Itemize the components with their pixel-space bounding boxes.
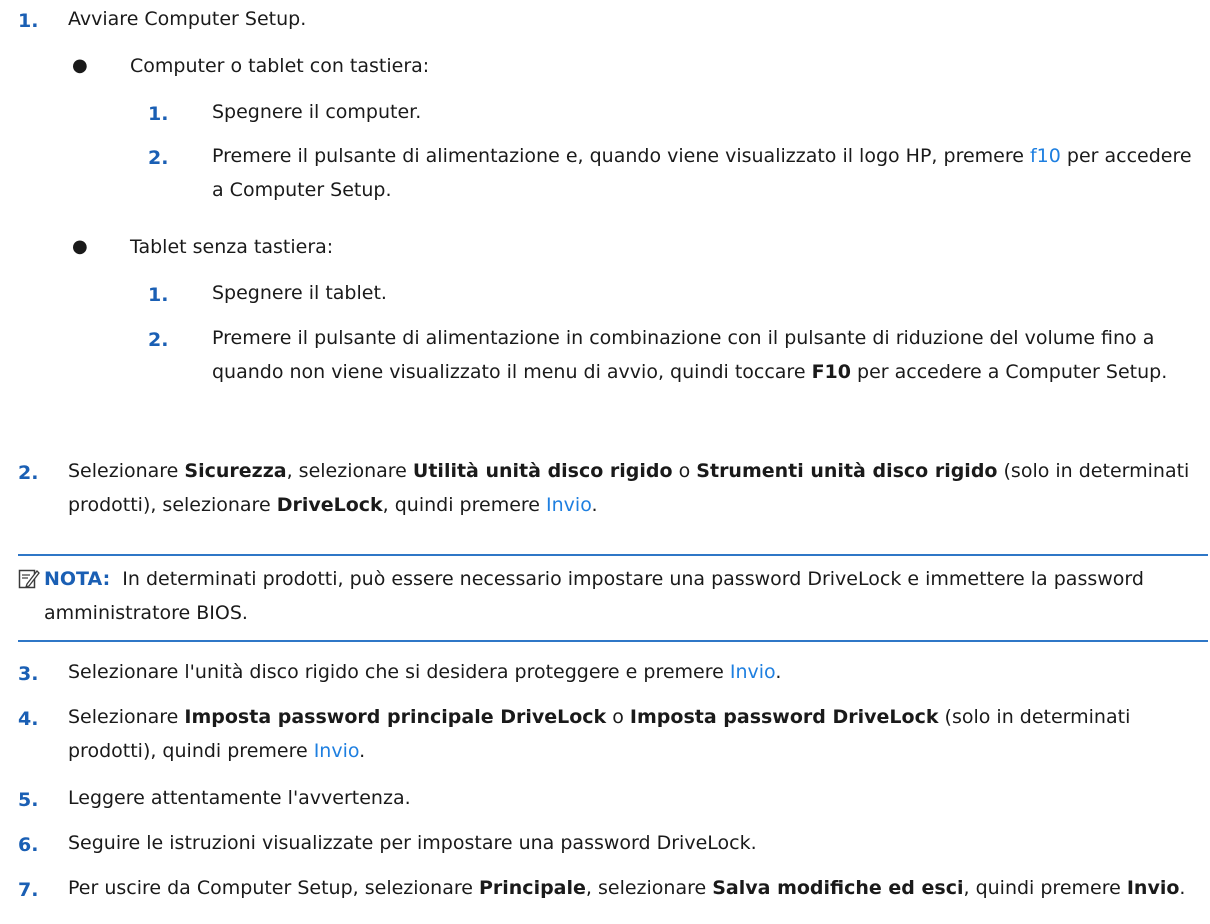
step-text: Selezionare l'unità disco rigido che si … (68, 661, 782, 683)
step-number: 1. (18, 10, 39, 32)
substep-text: Spegnere il tablet. (212, 282, 387, 304)
substep-number: 1. (148, 284, 169, 306)
substep-text: Premere il pulsante di alimentazione in … (212, 327, 1168, 383)
substep-text: Premere il pulsante di alimentazione e, … (212, 145, 1192, 201)
substep-number: 1. (148, 103, 169, 125)
step-text: Per uscire da Computer Setup, selezionar… (68, 877, 1186, 899)
substep-number: 2. (148, 329, 169, 351)
note-top-rule (18, 554, 1208, 556)
bullet-text: Computer o tablet con tastiera: (130, 55, 430, 77)
step-number: 6. (18, 834, 39, 856)
step-text: Leggere attentamente l'avvertenza. (68, 787, 411, 809)
document-page: 1. Avviare Computer Setup. ● Computer o … (0, 0, 1210, 924)
bullet-icon: ● (72, 236, 88, 257)
step-text: Selezionare Sicurezza, selezionare Utili… (68, 460, 1190, 516)
step-text: Seguire le istruzioni visualizzate per i… (68, 832, 757, 854)
step-number: 7. (18, 879, 39, 901)
bullet-text: Tablet senza tastiera: (130, 236, 334, 258)
step-number: 4. (18, 708, 39, 730)
step-number: 2. (18, 462, 39, 484)
step-number: 3. (18, 663, 39, 685)
bullet-icon: ● (72, 55, 88, 76)
key-f10: f10 (1029, 145, 1061, 167)
step-text: Selezionare Imposta password principale … (68, 706, 1131, 762)
substep-text: Spegnere il computer. (212, 101, 422, 123)
step-text: Avviare Computer Setup. (68, 8, 307, 30)
substep-number: 2. (148, 147, 169, 169)
note-text: NOTA: In determinati prodotti, può esser… (44, 568, 1144, 624)
note-pencil-icon (18, 569, 40, 589)
step-number: 5. (18, 789, 39, 811)
note-bottom-rule (18, 640, 1208, 642)
